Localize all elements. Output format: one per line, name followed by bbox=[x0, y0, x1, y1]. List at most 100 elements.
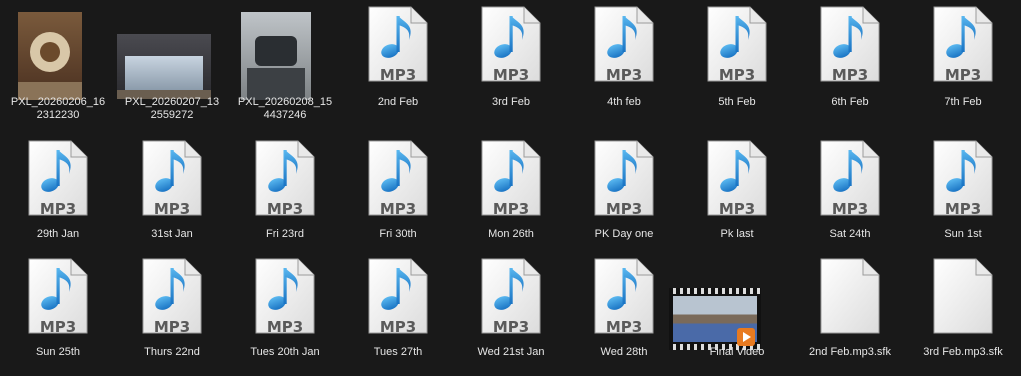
file-item[interactable]: Final Video bbox=[669, 258, 793, 376]
blank-file-icon bbox=[794, 258, 906, 348]
mp3-badge: MP3 bbox=[944, 66, 982, 84]
file-name-label: PXL_20260207_13 2559272 bbox=[124, 96, 220, 121]
file-item[interactable]: MP3 Sun 1st bbox=[907, 140, 1019, 258]
photo-thumbnail-icon bbox=[116, 6, 228, 99]
mp3-badge: MP3 bbox=[266, 200, 304, 218]
mp3-badge: MP3 bbox=[266, 318, 304, 336]
mp3-badge: MP3 bbox=[153, 318, 191, 336]
mp3-badge: MP3 bbox=[605, 200, 643, 218]
file-item[interactable]: MP3 Tues 27th bbox=[342, 258, 454, 376]
mp3-badge: MP3 bbox=[379, 200, 417, 218]
file-item[interactable]: PXL_20260207_13 2559272 bbox=[116, 6, 228, 124]
mp3-badge: MP3 bbox=[379, 66, 417, 84]
file-item[interactable]: MP3 29th Jan bbox=[2, 140, 114, 258]
mp3-badge: MP3 bbox=[718, 200, 756, 218]
mp3-file-icon: MP3 bbox=[116, 140, 228, 230]
file-name-label: 3rd Feb.mp3.sfk bbox=[923, 346, 1003, 358]
mp3-file-icon: MP3 bbox=[568, 140, 680, 230]
mp3-badge: MP3 bbox=[39, 200, 77, 218]
file-name-label: Wed 28th bbox=[600, 346, 648, 358]
mp3-badge: MP3 bbox=[831, 66, 869, 84]
file-name-label: Tues 27th bbox=[373, 346, 423, 358]
mp3-file-icon: MP3 bbox=[568, 6, 680, 96]
file-item[interactable]: MP3 PK Day one bbox=[568, 140, 680, 258]
photo-thumbnail-icon bbox=[2, 6, 114, 100]
file-item[interactable]: MP3 Thurs 22nd bbox=[116, 258, 228, 376]
mp3-file-icon: MP3 bbox=[229, 258, 341, 348]
file-item[interactable]: PXL_20260208_15 4437246 bbox=[229, 6, 341, 124]
mp3-file-icon: MP3 bbox=[2, 140, 114, 230]
file-item[interactable]: MP3 Fri 23rd bbox=[229, 140, 341, 258]
file-item[interactable]: MP3 3rd Feb bbox=[455, 6, 567, 124]
mp3-file-icon: MP3 bbox=[794, 140, 906, 230]
mp3-file-icon: MP3 bbox=[455, 6, 567, 96]
file-name-label: PXL_20260208_15 4437246 bbox=[237, 96, 333, 121]
file-name-label: Sun 25th bbox=[35, 346, 81, 358]
file-name-label: Sun 1st bbox=[944, 228, 982, 240]
file-item[interactable]: MP3 2nd Feb bbox=[342, 6, 454, 124]
photo-thumbnail-icon bbox=[229, 6, 341, 100]
mp3-badge: MP3 bbox=[492, 200, 530, 218]
mp3-badge: MP3 bbox=[605, 318, 643, 336]
blank-file-icon bbox=[907, 258, 1019, 348]
mp3-file-icon: MP3 bbox=[116, 258, 228, 348]
file-name-label: 29th Jan bbox=[36, 228, 80, 240]
file-item[interactable]: 2nd Feb.mp3.sfk bbox=[794, 258, 906, 376]
file-item[interactable]: MP3 4th feb bbox=[568, 6, 680, 124]
file-name-label: 6th Feb bbox=[831, 96, 869, 108]
file-name-label: Sat 24th bbox=[829, 228, 871, 240]
file-item[interactable]: MP3 Wed 28th bbox=[568, 258, 680, 376]
mp3-badge: MP3 bbox=[39, 318, 77, 336]
mp3-file-icon: MP3 bbox=[229, 140, 341, 230]
file-name-label: 2nd Feb.mp3.sfk bbox=[809, 346, 891, 358]
mp3-file-icon: MP3 bbox=[568, 258, 680, 348]
mp3-file-icon: MP3 bbox=[794, 6, 906, 96]
mp3-badge: MP3 bbox=[831, 200, 869, 218]
file-name-label: 31st Jan bbox=[151, 228, 193, 240]
file-item[interactable]: MP3 5th Feb bbox=[681, 6, 793, 124]
file-item[interactable]: MP3 7th Feb bbox=[907, 6, 1019, 124]
file-name-label: Thurs 22nd bbox=[144, 346, 200, 358]
mp3-badge: MP3 bbox=[492, 66, 530, 84]
file-name-label: Fri 30th bbox=[379, 228, 417, 240]
mp3-file-icon: MP3 bbox=[342, 6, 454, 96]
file-name-label: PK Day one bbox=[594, 228, 654, 240]
mp3-badge: MP3 bbox=[492, 318, 530, 336]
file-item[interactable]: MP3 31st Jan bbox=[116, 140, 228, 258]
file-item[interactable]: MP3 Wed 21st Jan bbox=[455, 258, 567, 376]
file-name-label: PXL_20260206_16 2312230 bbox=[10, 96, 106, 121]
file-item[interactable]: MP3 Sun 25th bbox=[2, 258, 114, 376]
file-name-label: 2nd Feb bbox=[377, 96, 419, 108]
file-item[interactable]: MP3 Mon 26th bbox=[455, 140, 567, 258]
file-name-label: 7th Feb bbox=[944, 96, 982, 108]
mp3-file-icon: MP3 bbox=[681, 140, 793, 230]
file-item[interactable]: MP3 Sat 24th bbox=[794, 140, 906, 258]
mp3-badge: MP3 bbox=[718, 66, 756, 84]
mp3-file-icon: MP3 bbox=[907, 6, 1019, 96]
file-item[interactable]: PXL_20260206_16 2312230 bbox=[2, 6, 114, 124]
mp3-file-icon: MP3 bbox=[681, 6, 793, 96]
file-name-label: Fri 23rd bbox=[266, 228, 304, 240]
file-item[interactable]: MP3 Tues 20th Jan bbox=[229, 258, 341, 376]
file-name-label: Mon 26th bbox=[488, 228, 534, 240]
mp3-file-icon: MP3 bbox=[907, 140, 1019, 230]
file-name-label: Wed 21st Jan bbox=[477, 346, 545, 358]
mp3-badge: MP3 bbox=[605, 66, 643, 84]
file-name-label: Tues 20th Jan bbox=[250, 346, 320, 358]
file-name-label: Final Video bbox=[709, 346, 765, 358]
mp3-file-icon: MP3 bbox=[2, 258, 114, 348]
file-item[interactable]: MP3 Pk last bbox=[681, 140, 793, 258]
mp3-badge: MP3 bbox=[153, 200, 191, 218]
file-item[interactable]: 3rd Feb.mp3.sfk bbox=[907, 258, 1019, 376]
mp3-badge: MP3 bbox=[379, 318, 417, 336]
file-item[interactable]: MP3 6th Feb bbox=[794, 6, 906, 124]
mp3-file-icon: MP3 bbox=[455, 140, 567, 230]
mp3-badge: MP3 bbox=[944, 200, 982, 218]
file-name-label: 4th feb bbox=[607, 96, 641, 108]
mp3-file-icon: MP3 bbox=[342, 258, 454, 348]
mp3-file-icon: MP3 bbox=[342, 140, 454, 230]
file-grid: PXL_20260206_16 2312230 PXL_20260207_13 2… bbox=[0, 0, 1021, 375]
file-item[interactable]: MP3 Fri 30th bbox=[342, 140, 454, 258]
video-thumbnail-icon bbox=[669, 258, 793, 350]
file-name-label: Pk last bbox=[720, 228, 754, 240]
